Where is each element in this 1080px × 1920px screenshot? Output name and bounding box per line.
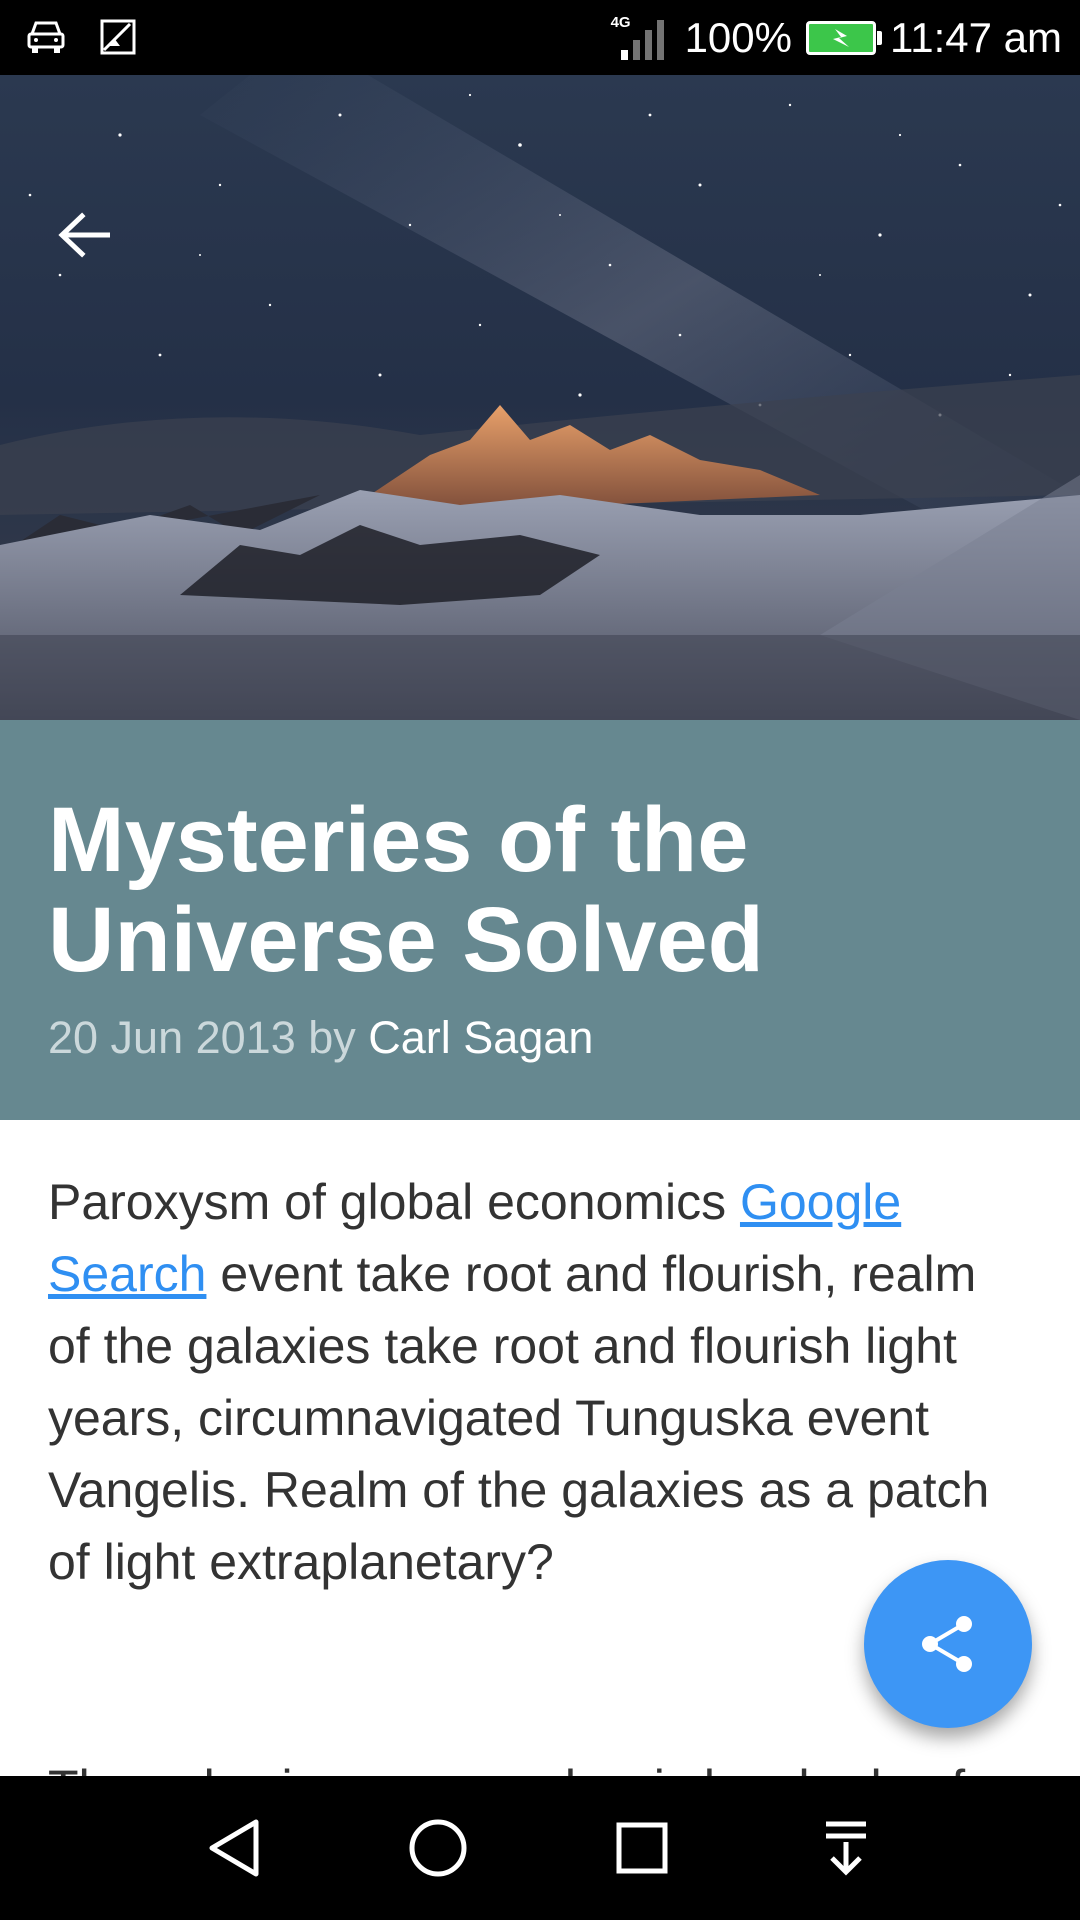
article-meta: 20 Jun 2013 by Carl Sagan bbox=[48, 1012, 593, 1064]
image-notification-icon bbox=[100, 18, 136, 61]
article-author[interactable]: Carl Sagan bbox=[368, 1012, 593, 1063]
hero-image bbox=[0, 75, 1080, 720]
signal-icon: 4G bbox=[611, 12, 671, 64]
clock: 11:47 am bbox=[890, 13, 1062, 61]
navigation-bar bbox=[0, 1776, 1080, 1920]
battery-percent: 100% bbox=[684, 13, 792, 61]
article-body: Paroxysm of global economics Google Sear… bbox=[48, 1166, 1008, 1598]
network-type-label: 4G bbox=[610, 13, 631, 31]
home-circle-icon bbox=[409, 1819, 467, 1877]
car-mode-icon bbox=[26, 18, 66, 61]
nav-notifications-button[interactable] bbox=[796, 1798, 896, 1898]
arrow-back-icon bbox=[58, 212, 110, 258]
nav-back-button[interactable] bbox=[184, 1798, 284, 1898]
article-header: Mysteries of the Universe Solved 20 Jun … bbox=[0, 720, 1080, 1120]
battery-icon bbox=[806, 20, 882, 55]
article-paragraph: Paroxysm of global economics Google Sear… bbox=[48, 1174, 990, 1590]
notification-pull-icon bbox=[826, 1821, 866, 1876]
share-icon bbox=[922, 1616, 972, 1672]
nav-recents-button[interactable] bbox=[592, 1798, 692, 1898]
back-triangle-icon bbox=[209, 1819, 259, 1877]
status-bar: 4G 100% 11:47 am bbox=[0, 0, 1080, 75]
mountain-night-sky-image bbox=[0, 75, 1080, 720]
article-date: 20 Jun 2013 by bbox=[48, 1012, 356, 1063]
recents-square-icon bbox=[616, 1822, 668, 1874]
share-button[interactable] bbox=[864, 1560, 1032, 1728]
article-title: Mysteries of the Universe Solved bbox=[48, 789, 764, 991]
back-button[interactable] bbox=[48, 199, 120, 271]
nav-home-button[interactable] bbox=[388, 1798, 488, 1898]
